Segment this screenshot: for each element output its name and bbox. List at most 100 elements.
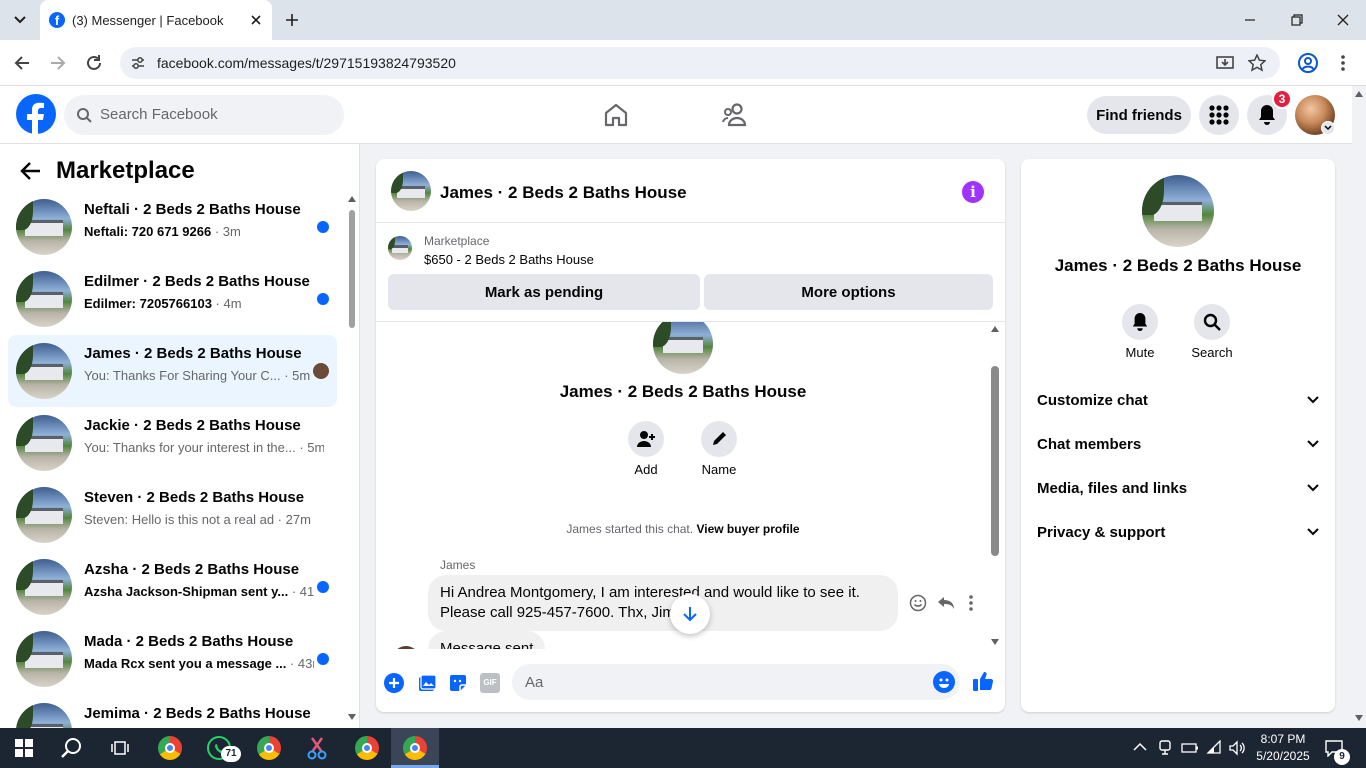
chat-header-avatar[interactable]	[391, 171, 431, 211]
thread-scroll-down-icon[interactable]	[991, 639, 999, 645]
listing-card[interactable]: Marketplace $650 - 2 Beds 2 Baths House	[376, 223, 1005, 273]
menu-grid-button[interactable]	[1199, 95, 1239, 135]
taskbar-search-icon[interactable]	[56, 732, 88, 764]
gif-icon[interactable]: GIF	[480, 673, 500, 693]
thread-scrollbar-thumb[interactable]	[991, 366, 999, 556]
message-sent-bubble[interactable]: Message sent	[428, 631, 546, 649]
find-friends-label: Find friends	[1096, 106, 1182, 124]
chrome-profile-app-icon[interactable]	[154, 732, 186, 764]
url-text[interactable]: facebook.com/messages/t/2971519382479352…	[157, 55, 456, 71]
emoji-icon[interactable]	[933, 671, 955, 693]
wifi-icon[interactable]	[1206, 740, 1222, 756]
more-actions-icon[interactable]	[968, 594, 974, 612]
media-files-links-section[interactable]: Media, files and links	[1037, 476, 1319, 500]
scroll-down-icon[interactable]	[348, 714, 356, 720]
minimize-icon[interactable]	[1242, 12, 1258, 28]
react-icon[interactable]	[909, 594, 927, 612]
customize-chat-section[interactable]: Customize chat	[1037, 388, 1319, 412]
message-input[interactable]: Aa	[512, 664, 960, 700]
clock-date: 5/20/2025	[1256, 749, 1310, 763]
scroll-up-icon[interactable]	[348, 196, 356, 202]
edit-name-button[interactable]	[701, 421, 737, 457]
new-tab-icon[interactable]	[283, 11, 301, 29]
install-app-icon[interactable]	[1216, 54, 1234, 72]
marketplace-chat-list: Marketplace Neftali · 2 Beds 2 Baths Hou…	[0, 144, 360, 728]
conversation-preview: You: Thanks For Sharing Your C... · 5m	[84, 368, 311, 383]
friends-icon[interactable]	[721, 102, 749, 128]
conversation-item[interactable]: Edilmer · 2 Beds 2 Baths House Edilmer: …	[8, 263, 337, 335]
add-member-button[interactable]	[628, 421, 664, 457]
mark-as-pending-button[interactable]: Mark as pending	[388, 274, 700, 310]
reload-icon[interactable]	[84, 53, 104, 73]
task-view-icon[interactable]	[104, 732, 136, 764]
conversation-item[interactable]: Azsha · 2 Beds 2 Baths House Azsha Jacks…	[8, 551, 337, 623]
home-icon[interactable]	[603, 102, 629, 128]
conversation-item-active[interactable]: James · 2 Beds 2 Baths House You: Thanks…	[8, 335, 337, 407]
forward-icon[interactable]	[48, 53, 68, 73]
reply-icon[interactable]	[937, 594, 955, 612]
search-chat-button[interactable]	[1194, 304, 1230, 340]
conversation-item[interactable]: Jackie · 2 Beds 2 Baths House You: Thank…	[8, 407, 337, 479]
scroll-to-bottom-button[interactable]	[670, 594, 710, 634]
chat-members-section[interactable]: Chat members	[1037, 432, 1319, 456]
privacy-support-section[interactable]: Privacy & support	[1037, 520, 1319, 544]
chrome-profile2-icon[interactable]	[351, 732, 383, 764]
close-window-icon[interactable]	[1335, 12, 1351, 28]
listing-avatar	[16, 703, 72, 728]
page-scroll-down-icon[interactable]	[1355, 715, 1363, 721]
page-scrollbar[interactable]	[1352, 86, 1366, 728]
unread-dot	[317, 653, 329, 665]
conversation-item[interactable]: Neftali · 2 Beds 2 Baths House Neftali: …	[8, 191, 337, 263]
profile-icon[interactable]	[1297, 52, 1319, 74]
find-friends-button[interactable]: Find friends	[1087, 96, 1191, 134]
conversation-title: Mada · 2 Beds 2 Baths House	[84, 633, 294, 650]
conversation-preview: Azsha Jackson-Shipman sent y... · 41m	[84, 584, 314, 599]
volume-icon[interactable]	[1228, 740, 1246, 756]
like-icon[interactable]	[972, 670, 994, 692]
site-info-icon[interactable]	[130, 55, 146, 71]
windows-start-icon[interactable]	[8, 732, 40, 764]
facebook-logo-icon[interactable]	[16, 94, 56, 134]
view-buyer-profile-link[interactable]: View buyer profile	[696, 522, 799, 536]
message-bubble[interactable]: Hi Andrea Montgomery, I am interested an…	[428, 575, 898, 631]
account-chevron-icon[interactable]	[1321, 121, 1335, 135]
section-label: Customize chat	[1037, 391, 1148, 409]
close-tab-icon[interactable]	[248, 12, 264, 28]
snipping-tool-icon[interactable]	[301, 732, 333, 764]
list-scrollbar[interactable]	[347, 194, 357, 724]
page-scroll-up-icon[interactable]	[1355, 91, 1363, 97]
thread-scrollbar[interactable]	[989, 322, 1001, 649]
facebook-favicon-icon: f	[49, 12, 65, 28]
omnibox[interactable]: facebook.com/messages/t/2971519382479352…	[120, 47, 1280, 79]
photo-icon[interactable]	[417, 673, 437, 693]
browser-menu-icon[interactable]	[1336, 53, 1350, 73]
tab-search-button[interactable]	[6, 8, 34, 32]
bookmark-star-icon[interactable]	[1248, 54, 1266, 72]
sticker-icon[interactable]	[448, 673, 468, 693]
tray-chevron-icon[interactable]	[1133, 742, 1147, 752]
conversation-title: James · 2 Beds 2 Baths House	[84, 345, 302, 362]
scrollbar-thumb[interactable]	[349, 210, 355, 328]
chrome-active-icon[interactable]	[399, 732, 431, 764]
back-arrow-icon[interactable]	[20, 160, 42, 182]
sender-name: James	[440, 558, 476, 572]
info-avatar[interactable]	[1142, 175, 1214, 247]
add-label: Add	[634, 462, 658, 477]
clock[interactable]: 8:07 PM 5/20/2025	[1252, 731, 1314, 765]
back-icon[interactable]	[12, 53, 32, 73]
restore-icon[interactable]	[1289, 12, 1305, 28]
more-options-button[interactable]: More options	[704, 274, 993, 310]
meet-now-icon[interactable]	[1158, 740, 1172, 756]
info-icon[interactable]: i	[962, 181, 984, 203]
conversation-item[interactable]: Steven · 2 Beds 2 Baths House Steven: He…	[8, 479, 337, 551]
plus-icon[interactable]	[384, 673, 404, 693]
chrome-icon[interactable]	[253, 732, 285, 764]
chat-header-title[interactable]: James · 2 Beds 2 Baths House	[440, 183, 687, 203]
conversation-item[interactable]: Jemima · 2 Beds 2 Baths House	[8, 695, 337, 728]
mute-button[interactable]	[1122, 304, 1158, 340]
browser-tab[interactable]: f (3) Messenger | Facebook	[40, 0, 272, 40]
thread-scroll-up-icon[interactable]	[991, 326, 999, 332]
conversation-item[interactable]: Mada · 2 Beds 2 Baths House Mada Rcx sen…	[8, 623, 337, 695]
facebook-search-box[interactable]: Search Facebook	[64, 95, 344, 135]
battery-icon[interactable]	[1181, 742, 1199, 754]
